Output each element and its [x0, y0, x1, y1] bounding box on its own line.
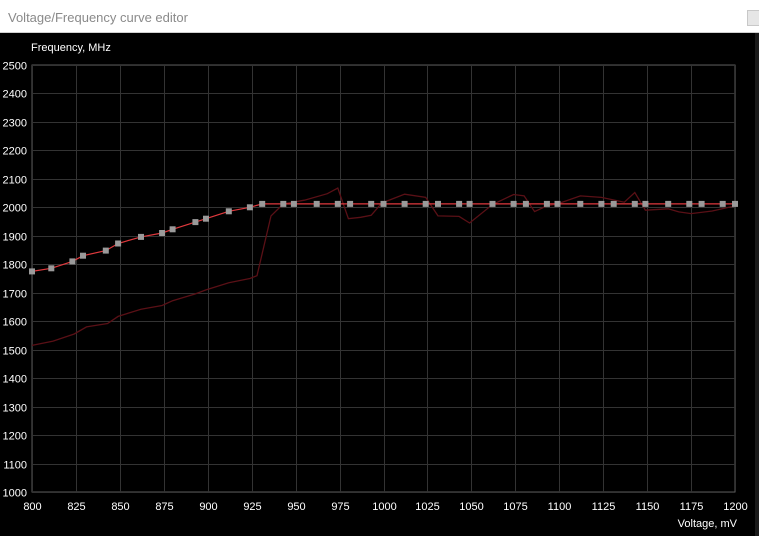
x-axis-title: Voltage, mV	[678, 518, 738, 530]
window-title: Voltage/Frequency curve editor	[8, 10, 188, 25]
y-tick-label: 1900	[3, 232, 27, 244]
vf-curve-point[interactable]	[380, 200, 387, 207]
x-tick-label: 800	[23, 501, 41, 513]
vf-curve-point[interactable]	[732, 200, 738, 207]
y-tick-label: 1200	[3, 431, 27, 443]
x-tick-label: 1025	[415, 501, 439, 513]
vf-curve-point[interactable]	[719, 200, 726, 207]
vf-curve-point[interactable]	[456, 200, 463, 207]
y-tick-label: 2400	[3, 89, 27, 101]
y-tick-label: 1600	[3, 317, 27, 329]
x-tick-label: 1175	[680, 501, 704, 513]
vf-curve-point[interactable]	[280, 200, 287, 207]
x-tick-label: 975	[331, 501, 349, 513]
y-tick-label: 1700	[3, 289, 27, 301]
vf-curve-point[interactable]	[169, 226, 176, 233]
title-bar: Voltage/Frequency curve editor	[0, 0, 759, 33]
vf-curve-point[interactable]	[598, 200, 605, 207]
y-tick-label: 2200	[3, 146, 27, 158]
vf-curve-point[interactable]	[368, 200, 375, 207]
vf-curve-point[interactable]	[29, 268, 35, 275]
plot-frame	[31, 64, 736, 493]
y-tick-label: 1000	[3, 488, 27, 500]
x-tick-label: 1075	[503, 501, 527, 513]
x-tick-label: 825	[67, 501, 85, 513]
vf-curve-point[interactable]	[138, 233, 144, 240]
y-axis-title: Frequency, MHz	[31, 42, 111, 54]
vf-curve-point[interactable]	[543, 200, 550, 207]
x-tick-label: 950	[287, 501, 305, 513]
close-icon[interactable]	[747, 10, 759, 26]
y-tick-label: 1100	[3, 460, 27, 472]
vf-curve-point[interactable]	[347, 200, 354, 207]
x-tick-label: 1150	[636, 501, 660, 513]
window-edge-bottom	[0, 536, 759, 541]
vf-curve-point[interactable]	[577, 200, 584, 207]
vf-curve-point[interactable]	[522, 200, 529, 207]
vf-curve-point[interactable]	[510, 200, 517, 207]
vf-curve-point[interactable]	[334, 200, 341, 207]
vf-curve-point[interactable]	[115, 240, 122, 247]
vf-curve-point[interactable]	[80, 252, 86, 259]
vf-curve-point[interactable]	[225, 208, 232, 215]
vf-curve-point[interactable]	[554, 200, 561, 207]
x-tick-label: 900	[199, 501, 217, 513]
window-edge-right	[755, 33, 759, 541]
vf-curve-point[interactable]	[246, 204, 253, 211]
vf-curve-point[interactable]	[203, 215, 209, 222]
vf-curve-point[interactable]	[466, 200, 473, 207]
x-tick-label: 1000	[372, 501, 396, 513]
y-tick-label: 2300	[3, 118, 27, 130]
y-tick-label: 1500	[3, 346, 27, 358]
x-tick-label: 1050	[459, 501, 483, 513]
vf-curve-point[interactable]	[290, 200, 297, 207]
vf-curve-point[interactable]	[665, 200, 672, 207]
vf-curve-chart[interactable]: Frequency, MHz Voltage, mV 1000 1100 1200 1…	[0, 33, 759, 536]
vf-curve-point[interactable]	[686, 200, 693, 207]
vf-curve-point[interactable]	[642, 200, 649, 207]
vf-curve-point[interactable]	[401, 200, 408, 207]
vf-curve-point[interactable]	[313, 200, 320, 207]
vf-curve-point[interactable]	[48, 265, 55, 272]
y-tick-label: 1300	[3, 403, 27, 415]
x-tick-label: 875	[155, 501, 173, 513]
x-tick-label: 1125	[592, 501, 616, 513]
y-tick-label: 1400	[3, 374, 27, 386]
y-tick-label: 2100	[3, 175, 27, 187]
vf-curve-line	[31, 203, 735, 272]
vf-curve-point[interactable]	[422, 200, 429, 207]
vf-curve-point[interactable]	[435, 200, 441, 207]
vf-curve-point[interactable]	[159, 230, 166, 236]
x-tick-label: 925	[243, 501, 261, 513]
vf-curve-point[interactable]	[698, 200, 705, 207]
vf-curve-point[interactable]	[489, 200, 496, 207]
vf-curve-point[interactable]	[69, 258, 76, 265]
x-tick-label: 1200	[723, 501, 747, 513]
x-tick-label: 1100	[548, 501, 572, 513]
vf-curve-point[interactable]	[102, 247, 109, 254]
vf-curve-point[interactable]	[631, 200, 638, 207]
y-tick-label: 1800	[3, 260, 27, 272]
y-tick-label: 2500	[3, 61, 27, 73]
y-tick-label: 2000	[3, 203, 27, 215]
vf-curve-point[interactable]	[610, 200, 617, 207]
vf-curve-point[interactable]	[192, 219, 199, 226]
vf-curve-point[interactable]	[259, 200, 266, 207]
x-tick-label: 850	[111, 501, 129, 513]
